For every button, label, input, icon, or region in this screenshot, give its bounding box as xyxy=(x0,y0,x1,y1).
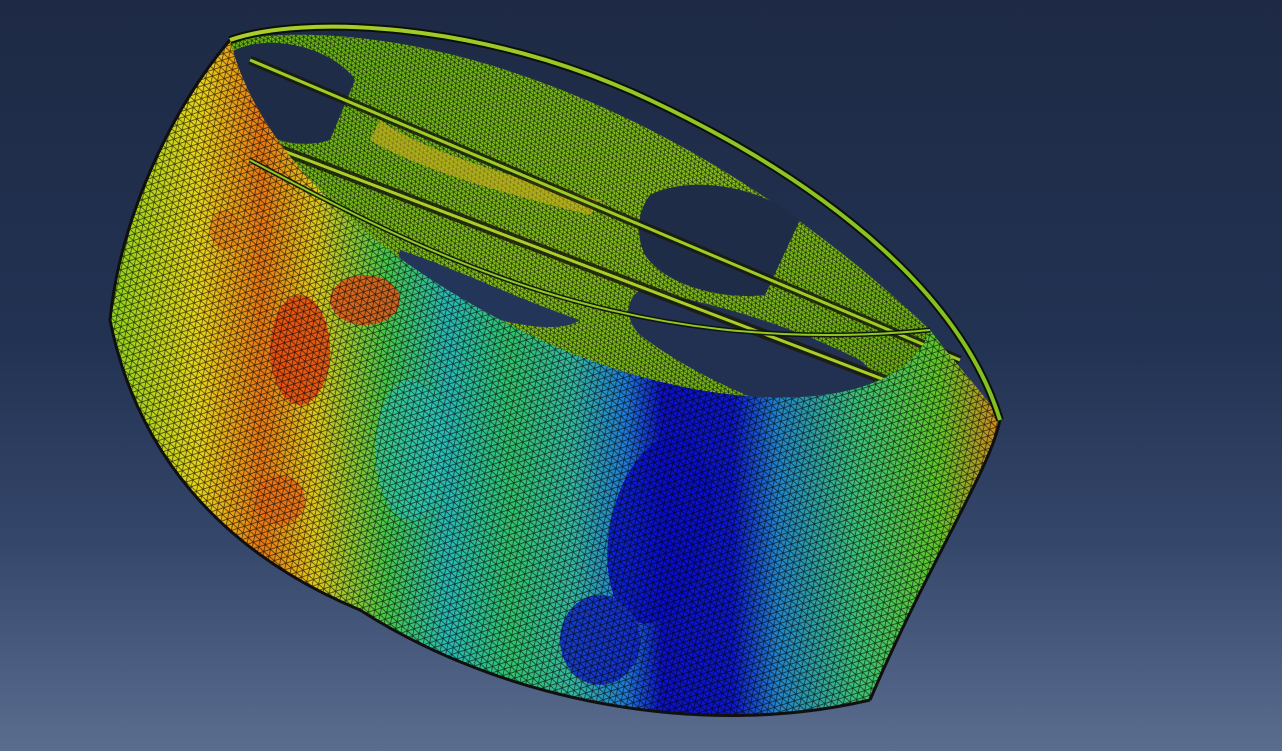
fea-model-render[interactable] xyxy=(0,0,1282,751)
graphics-viewport[interactable] xyxy=(0,0,1282,751)
